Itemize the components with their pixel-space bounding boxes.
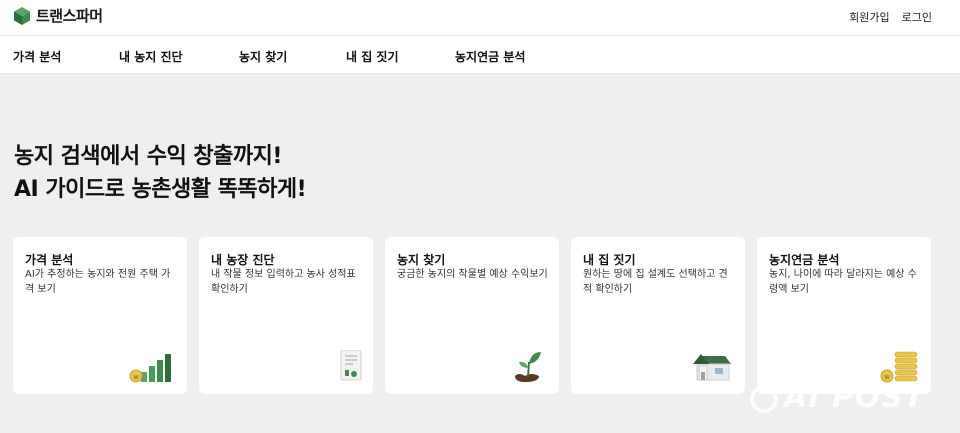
card-description: 내 작물 정보 입력하고 농사 성적표 확인하기 xyxy=(211,269,356,295)
card-title: 농지연금 분석 xyxy=(769,253,840,267)
card-farm-diagnosis[interactable]: 내 농장 진단 내 작물 정보 입력하고 농사 성적표 확인하기 xyxy=(199,237,373,394)
nav-item-farmland-pension[interactable]: 농지연금 분석 xyxy=(455,48,525,65)
svg-text:w: w xyxy=(133,373,139,381)
card-title: 내 농장 진단 xyxy=(211,253,275,267)
house-icon xyxy=(693,354,731,381)
card-description: 궁금한 농지의 작물별 예상 수익보기 xyxy=(397,269,548,280)
report-icon xyxy=(340,350,362,381)
hero-line-1: 농지 검색에서 수익 창출까지! xyxy=(14,144,282,169)
nav-item-farm-diagnosis[interactable]: 내 농지 진단 xyxy=(119,48,183,65)
nav-item-find-farmland[interactable]: 농지 찾기 xyxy=(239,48,287,65)
login-link[interactable]: 로그인 xyxy=(902,9,932,25)
card-title: 농지 찾기 xyxy=(397,253,446,267)
watermark-text: AI POST xyxy=(784,380,926,415)
hero-heading: 농지 검색에서 수익 창출까지! AI 가이드로 농촌생활 똑똑하게! xyxy=(14,140,307,206)
signup-link[interactable]: 회원가입 xyxy=(849,9,889,25)
logo[interactable]: 트랜스파머 xyxy=(12,5,103,26)
card-build-house[interactable]: 내 집 짓기 원하는 땅에 집 설계도 선택하고 견적 확인하기 xyxy=(571,237,745,394)
card-price-analysis[interactable]: 가격 분석 AI가 추정하는 농지와 전원 주택 가격 보기 w xyxy=(13,237,187,394)
watermark: AI POST xyxy=(750,380,925,415)
logo-text: 트랜스파머 xyxy=(36,7,103,25)
card-find-farmland[interactable]: 농지 찾기 궁금한 농지의 작물별 예상 수익보기 xyxy=(385,237,559,394)
card-title: 가격 분석 xyxy=(25,253,74,267)
logo-cube-icon xyxy=(14,6,30,25)
card-description: 농지, 나이에 따라 달라지는 예상 수령액 보기 xyxy=(769,269,917,295)
bar-chart-coin-icon: w xyxy=(129,354,171,383)
nav-item-build-house[interactable]: 내 집 짓기 xyxy=(346,48,399,65)
card-description: 원하는 땅에 집 설계도 선택하고 견적 확인하기 xyxy=(583,269,728,295)
hero-line-2: AI 가이드로 농촌생활 똑똑하게! xyxy=(14,177,307,202)
card-description: AI가 추정하는 농지와 전원 주택 가격 보기 xyxy=(25,269,171,295)
top-bar: 트랜스파머 회원가입 로그인 xyxy=(0,0,960,36)
watermark-ring-icon xyxy=(750,384,778,413)
coin-stack-icon: w xyxy=(880,351,918,383)
nav-item-price-analysis[interactable]: 가격 분석 xyxy=(13,48,61,65)
sprout-icon xyxy=(515,352,541,382)
card-farmland-pension[interactable]: 농지연금 분석 농지, 나이에 따라 달라지는 예상 수령액 보기 w xyxy=(757,237,931,394)
main-nav: 가격 분석 내 농지 진단 농지 찾기 내 집 짓기 농지연금 분석 xyxy=(0,36,960,74)
card-title: 내 집 짓기 xyxy=(583,253,636,267)
auth-links: 회원가입 로그인 xyxy=(849,9,932,25)
